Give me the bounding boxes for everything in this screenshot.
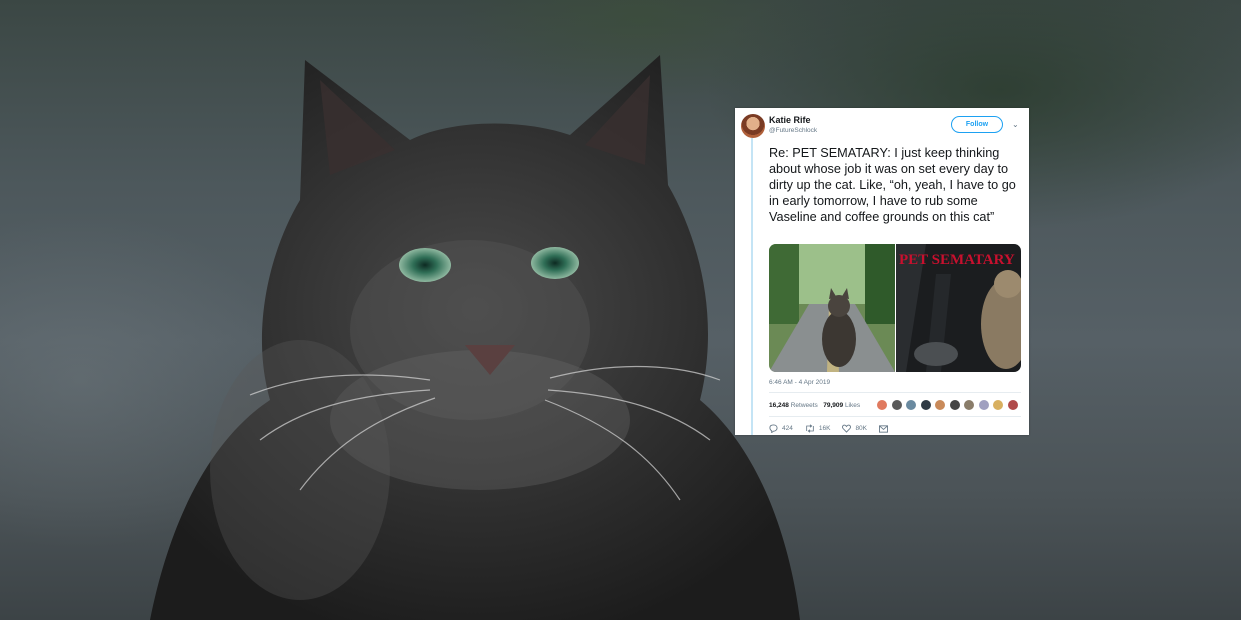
thread-line <box>751 138 753 435</box>
follow-button[interactable]: Follow <box>951 116 1003 133</box>
chevron-down-icon[interactable]: ⌄ <box>1012 120 1019 129</box>
message-button[interactable] <box>879 424 892 433</box>
reply-count: 424 <box>782 425 793 432</box>
media-poster-image: PET SEMATARY <box>896 244 1021 372</box>
avatar[interactable] <box>876 399 888 411</box>
cat-photo <box>150 55 800 620</box>
avatar[interactable] <box>919 399 932 411</box>
avatar[interactable] <box>905 399 917 411</box>
retweet-button[interactable]: 16K <box>805 424 831 433</box>
like-count: 80K <box>855 425 868 432</box>
envelope-icon <box>879 424 889 433</box>
avatar[interactable] <box>890 399 903 411</box>
likes-label[interactable]: Likes <box>845 402 860 409</box>
avatar[interactable] <box>963 399 975 411</box>
avatar[interactable] <box>992 399 1004 411</box>
display-name[interactable]: Katie Rife <box>769 115 811 125</box>
divider <box>769 416 1021 417</box>
reply-button[interactable]: 424 <box>769 424 793 433</box>
divider <box>769 392 1021 393</box>
retweet-icon <box>806 424 814 433</box>
liked-by-avatars[interactable] <box>876 399 1021 411</box>
reply-icon <box>769 424 778 433</box>
tweet-actions: 424 16K 80K <box>769 424 904 433</box>
likes-count[interactable]: 79,909 <box>823 402 843 409</box>
tweet-timestamp[interactable]: 6:46 AM - 4 Apr 2019 <box>769 379 830 386</box>
avatar[interactable] <box>948 399 961 411</box>
media-road-cat-image <box>769 244 895 372</box>
avatar[interactable] <box>934 399 946 411</box>
user-handle[interactable]: @FutureSchlock <box>769 127 817 134</box>
retweets-count[interactable]: 16,248 <box>769 402 789 409</box>
avatar[interactable] <box>741 114 765 138</box>
media-title: PET SEMATARY <box>899 252 1015 268</box>
background-photo <box>0 0 1241 620</box>
retweets-label[interactable]: Retweets <box>791 402 818 409</box>
tweet-text: Re: PET SEMATARY: I just keep thinking a… <box>769 146 1016 224</box>
tweet-media[interactable]: PET SEMATARY <box>769 244 1021 372</box>
like-button[interactable]: 80K <box>842 424 867 433</box>
heart-icon <box>842 424 852 433</box>
tweet-stats: 16,248 Retweets 79,909 Likes <box>769 402 860 409</box>
avatar[interactable] <box>977 399 990 411</box>
avatar[interactable] <box>1006 399 1019 411</box>
retweet-count: 16K <box>818 425 831 432</box>
